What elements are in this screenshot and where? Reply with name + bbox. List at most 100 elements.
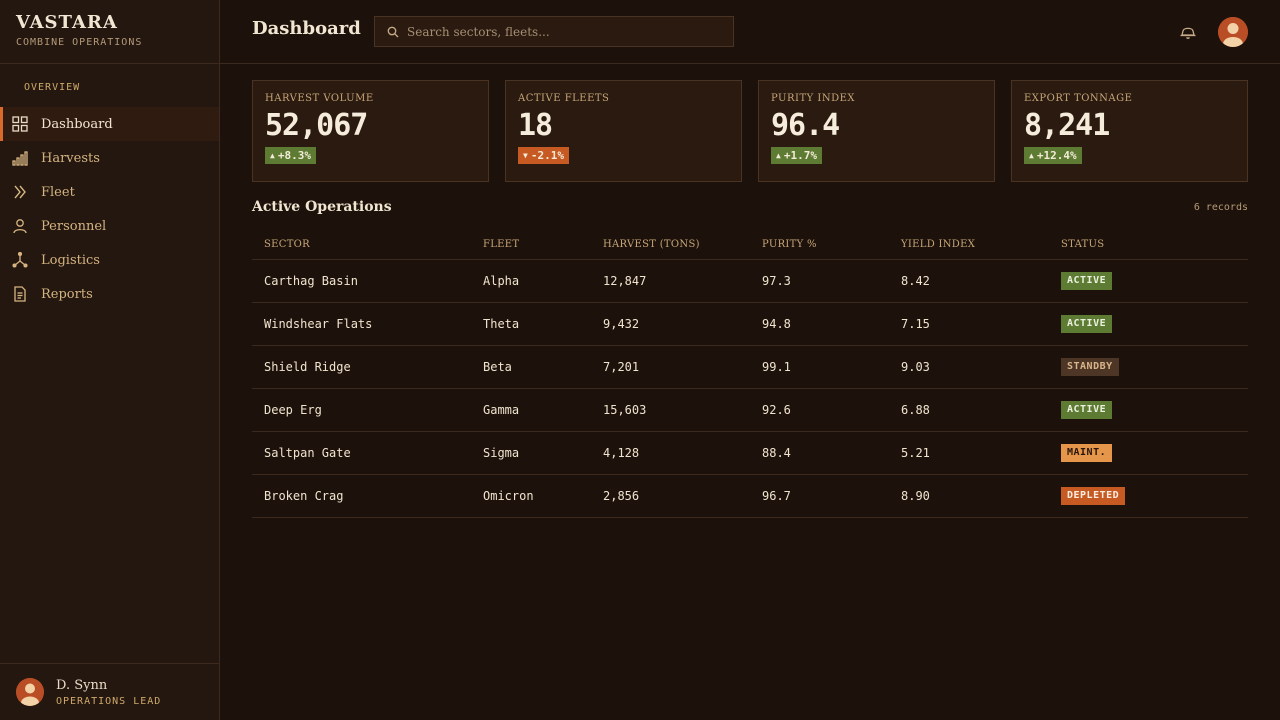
table-row[interactable]: Broken Crag Omicron 2,856 96.7 8.90 DEPL… — [252, 474, 1248, 518]
table-row[interactable]: Windshear Flats Theta 9,432 94.8 7.15 AC… — [252, 302, 1248, 346]
cell-yield: 5.21 — [889, 431, 1049, 475]
column-header-harvest[interactable]: HARVEST (TONS) — [591, 230, 750, 260]
triangle-down-icon: ▼ — [523, 151, 528, 160]
brand: VASTARA COMBINE OPERATIONS — [0, 0, 219, 64]
stat-delta: ▼ -2.1% — [518, 147, 569, 164]
stat-value: 18 — [518, 108, 553, 143]
cell-purity: 88.4 — [750, 431, 889, 475]
records-count: 6 records — [1193, 202, 1248, 213]
sidebar-item-label: Reports — [41, 286, 93, 302]
stat-label: EXPORT TONNAGE — [1024, 93, 1133, 104]
cell-purity: 97.3 — [750, 259, 889, 303]
table-row[interactable]: Saltpan Gate Sigma 4,128 88.4 5.21 MAINT… — [252, 431, 1248, 475]
cell-status: ACTIVE — [1049, 259, 1248, 303]
column-header-fleet[interactable]: FLEET — [471, 230, 591, 260]
sidebar: VASTARA COMBINE OPERATIONS OVERVIEW Dash… — [0, 0, 220, 720]
column-header-yield[interactable]: YIELD INDEX — [889, 230, 1049, 260]
cell-purity: 92.6 — [750, 388, 889, 432]
cell-harvest: 15,603 — [591, 388, 750, 432]
bell-icon[interactable] — [1178, 22, 1198, 42]
sidebar-item-reports[interactable]: Reports — [0, 277, 219, 311]
cell-sector: Carthag Basin — [252, 259, 471, 303]
sidebar-item-label: Logistics — [41, 252, 100, 268]
sidebar-item-label: Dashboard — [41, 116, 113, 132]
table-row[interactable]: Carthag Basin Alpha 12,847 97.3 8.42 ACT… — [252, 259, 1248, 303]
cell-fleet: Alpha — [471, 259, 591, 303]
cell-yield: 8.42 — [889, 259, 1049, 303]
operations-table: SECTOR FLEET HARVEST (TONS) PURITY % YIE… — [252, 230, 1248, 518]
table-row[interactable]: Deep Erg Gamma 15,603 92.6 6.88 ACTIVE — [252, 388, 1248, 432]
section-title: Active Operations — [252, 199, 392, 215]
user-role: OPERATIONS LEAD — [56, 695, 162, 707]
cell-purity: 94.8 — [750, 302, 889, 346]
cell-harvest: 2,856 — [591, 474, 750, 518]
cell-purity: 99.1 — [750, 345, 889, 389]
status-badge: ACTIVE — [1061, 314, 1113, 333]
cell-harvest: 12,847 — [591, 259, 750, 303]
search-box[interactable] — [374, 16, 734, 47]
sidebar-item-personnel[interactable]: Personnel — [0, 209, 219, 243]
stat-card-harvest-volume: HARVEST VOLUME 52,067 ▲ +8.3% — [252, 80, 489, 182]
header-avatar[interactable] — [1218, 17, 1248, 47]
cell-status: STANDBY — [1049, 345, 1248, 389]
column-header-purity[interactable]: PURITY % — [750, 230, 889, 260]
sidebar-item-dashboard[interactable]: Dashboard — [0, 107, 219, 141]
cell-sector: Broken Crag — [252, 474, 471, 518]
cell-sector: Deep Erg — [252, 388, 471, 432]
cell-fleet: Sigma — [471, 431, 591, 475]
sidebar-item-label: Personnel — [41, 218, 107, 234]
cell-yield: 9.03 — [889, 345, 1049, 389]
person-icon — [12, 218, 28, 234]
cell-status: MAINT. — [1049, 431, 1248, 475]
column-header-status[interactable]: STATUS — [1049, 230, 1248, 260]
cell-fleet: Beta — [471, 345, 591, 389]
cell-harvest: 7,201 — [591, 345, 750, 389]
stat-delta: ▲ +8.3% — [265, 147, 316, 164]
bar-chart-icon — [12, 150, 28, 166]
cell-yield: 6.88 — [889, 388, 1049, 432]
triangle-up-icon: ▲ — [1029, 151, 1034, 160]
table-header-row: SECTOR FLEET HARVEST (TONS) PURITY % YIE… — [252, 230, 1248, 260]
cell-yield: 8.90 — [889, 474, 1049, 518]
status-badge: ACTIVE — [1061, 400, 1113, 419]
cell-harvest: 4,128 — [591, 431, 750, 475]
stat-card-purity-index: PURITY INDEX 96.4 ▲ +1.7% — [758, 80, 995, 182]
stat-card-active-fleets: ACTIVE FLEETS 18 ▼ -2.1% — [505, 80, 742, 182]
status-badge: DEPLETED — [1061, 486, 1126, 505]
grid-icon — [12, 116, 28, 132]
search-input[interactable] — [407, 24, 727, 39]
status-badge: STANDBY — [1061, 357, 1119, 376]
cell-fleet: Gamma — [471, 388, 591, 432]
cell-status: ACTIVE — [1049, 388, 1248, 432]
cell-purity: 96.7 — [750, 474, 889, 518]
stat-label: PURITY INDEX — [771, 93, 856, 104]
status-badge: MAINT. — [1061, 443, 1113, 462]
search-icon — [387, 26, 399, 38]
cell-sector: Shield Ridge — [252, 345, 471, 389]
sidebar-item-logistics[interactable]: Logistics — [0, 243, 219, 277]
stat-delta: ▲ +1.7% — [771, 147, 822, 164]
stat-card-export-tonnage: EXPORT TONNAGE 8,241 ▲ +12.4% — [1011, 80, 1248, 182]
column-header-sector[interactable]: SECTOR — [252, 230, 471, 260]
table-row[interactable]: Shield Ridge Beta 7,201 99.1 9.03 STANDB… — [252, 345, 1248, 389]
stat-value: 96.4 — [771, 108, 840, 143]
avatar — [16, 678, 44, 706]
nav-section-overview: OVERVIEW — [24, 82, 81, 93]
page-title: Dashboard — [252, 18, 361, 39]
cell-status: DEPLETED — [1049, 474, 1248, 518]
network-icon — [12, 252, 28, 268]
chevrons-right-icon — [12, 184, 28, 200]
sidebar-item-label: Harvests — [41, 150, 100, 166]
cell-status: ACTIVE — [1049, 302, 1248, 346]
sidebar-item-fleet[interactable]: Fleet — [0, 175, 219, 209]
triangle-up-icon: ▲ — [270, 151, 275, 160]
sidebar-item-harvests[interactable]: Harvests — [0, 141, 219, 175]
brand-subtitle: COMBINE OPERATIONS — [16, 37, 143, 48]
document-icon — [12, 286, 28, 302]
cell-fleet: Theta — [471, 302, 591, 346]
user-profile[interactable]: D. Synn OPERATIONS LEAD — [0, 663, 219, 720]
brand-title: VASTARA — [16, 12, 118, 33]
stat-delta: ▲ +12.4% — [1024, 147, 1082, 164]
triangle-up-icon: ▲ — [776, 151, 781, 160]
top-header: Dashboard — [220, 0, 1280, 64]
